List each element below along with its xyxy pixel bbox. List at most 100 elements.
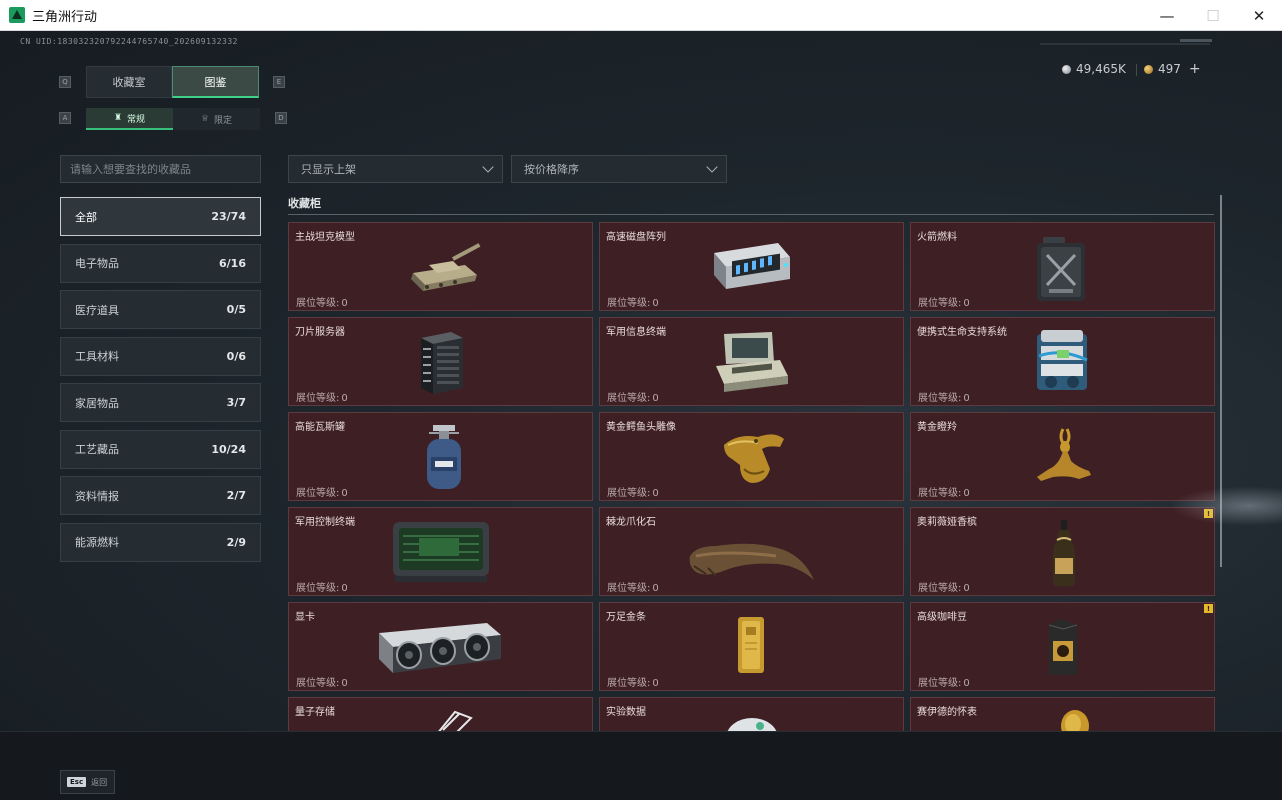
category-label: 能源燃料 <box>75 536 119 549</box>
chevron-down-icon <box>706 161 718 173</box>
display-level-label: 展位等级: <box>607 488 651 499</box>
add-currency-button[interactable]: + <box>1189 61 1201 77</box>
item-name: 军用控制终端 <box>295 517 355 528</box>
section-title: 收藏柜 <box>288 197 321 210</box>
category-item[interactable]: 能源燃料 2/9 <box>60 522 261 562</box>
gold-amount: 497 <box>1158 62 1181 76</box>
gas-tank-icon <box>419 423 469 497</box>
display-level-label: 展位等级: <box>607 583 651 594</box>
item-display-level: 展位等级: 0 <box>296 484 348 499</box>
collection-item-card[interactable]: 便携式生命支持系统 展位等级: 0 <box>910 317 1215 406</box>
item-name: 量子存储 <box>295 707 335 718</box>
display-level-label: 展位等级: <box>607 393 651 404</box>
collection-item-card[interactable]: 高能瓦斯罐展位等级: 0 <box>288 412 593 501</box>
figure-icon: ♜ <box>113 113 123 123</box>
item-display-level: 展位等级: 0 <box>296 294 348 309</box>
collection-item-card[interactable]: 万足金条展位等级: 0 <box>599 602 904 691</box>
category-count: 2/9 <box>226 535 246 549</box>
item-display-level: 展位等级: 0 <box>918 674 970 689</box>
subtab-regular[interactable]: ♜ 常规 <box>86 108 173 130</box>
gold-bar-icon <box>734 613 768 681</box>
maximize-button[interactable]: ☐ <box>1190 0 1236 31</box>
category-item[interactable]: 工具材料 0/6 <box>60 336 261 376</box>
display-level-value: 0 <box>652 583 659 594</box>
tab-codex[interactable]: 图鉴 <box>172 66 259 98</box>
collection-item-card[interactable]: 军用信息终端 展位等级: 0 <box>599 317 904 406</box>
display-level-value: 0 <box>963 583 970 594</box>
champagne-icon <box>1049 518 1079 592</box>
collection-item-card[interactable]: 高级咖啡豆 展位等级: 0! <box>910 602 1215 691</box>
bottom-bar: Esc 返回 <box>0 731 1282 800</box>
collection-item-card[interactable]: 黄金鳄鱼头雕像 展位等级: 0 <box>599 412 904 501</box>
crown-icon: ♕ <box>200 114 210 124</box>
coffee-bag-icon <box>1043 615 1083 683</box>
collection-item-card[interactable]: 显卡展位等级: 0 <box>288 602 593 691</box>
item-name: 黄金鳄鱼头雕像 <box>606 422 676 433</box>
item-name: 高能瓦斯罐 <box>295 422 345 433</box>
category-item[interactable]: 电子物品 6/16 <box>60 243 261 283</box>
minimize-button[interactable]: — <box>1144 0 1190 31</box>
display-level-value: 0 <box>963 678 970 689</box>
display-level-label: 展位等级: <box>296 393 340 404</box>
item-name: 刀片服务器 <box>295 327 345 338</box>
collection-item-card[interactable]: 量子存储 <box>288 697 593 733</box>
collection-item-card[interactable]: 主战坦克模型 展位等级: 0 <box>288 222 593 311</box>
display-level-value: 0 <box>341 393 348 404</box>
sort-dropdown[interactable]: 按价格降序 <box>511 155 727 183</box>
category-item[interactable]: 资料情报 2/7 <box>60 476 261 515</box>
category-label: 工具材料 <box>75 350 119 363</box>
category-label: 电子物品 <box>75 257 119 270</box>
category-count: 10/24 <box>211 442 246 456</box>
category-label: 医疗道具 <box>75 303 119 317</box>
crocodile-statue-icon <box>718 425 788 493</box>
display-level-label: 展位等级: <box>296 298 340 309</box>
subtab-limited[interactable]: ♕ 限定 <box>173 108 260 130</box>
item-name: 万足金条 <box>606 612 646 623</box>
listed-filter-dropdown[interactable]: 只显示上架 <box>288 155 503 183</box>
subtab-limited-label: 限定 <box>214 115 233 126</box>
collection-item-card[interactable]: 实验数据 <box>599 697 904 733</box>
item-display-level: 展位等级: 0 <box>607 674 659 689</box>
display-level-value: 0 <box>341 298 348 309</box>
item-name: 显卡 <box>295 612 315 623</box>
esc-key-hint: Esc <box>67 777 87 787</box>
tab-collection-room[interactable]: 收藏室 <box>86 66 172 98</box>
item-display-level: 展位等级: 0 <box>918 389 970 404</box>
game-viewport: CN UID:18303232079224476574​0_2026091323… <box>0 31 1282 800</box>
back-button[interactable]: Esc 返回 <box>60 770 115 794</box>
category-count: 6/16 <box>219 256 246 270</box>
category-item[interactable]: 全部 23/74 <box>60 197 261 236</box>
category-count: 2/7 <box>226 489 246 502</box>
item-display-level: 展位等级: 0 <box>607 389 659 404</box>
display-level-label: 展位等级: <box>607 678 651 689</box>
collection-item-card[interactable]: 军用控制终端 展位等级: 0 <box>288 507 593 596</box>
window-controls: — ☐ ✕ <box>1144 0 1282 31</box>
collection-item-card[interactable]: 火箭燃料 展位等级: 0 <box>910 222 1215 311</box>
collection-search-input[interactable]: 请输入想要查找的收藏品 <box>60 155 261 183</box>
collection-item-card[interactable]: 刀片服务器展位等级: 0 <box>288 317 593 406</box>
item-display-level: 展位等级: 0 <box>918 294 970 309</box>
window-titlebar: 三角洲行动 — ☐ ✕ <box>0 0 1282 31</box>
collection-item-card[interactable]: 高速磁盘阵列 展位等级: 0 <box>599 222 904 311</box>
app-logo-icon <box>9 7 25 23</box>
category-item[interactable]: 工艺藏品 10/24 <box>60 429 261 469</box>
category-item[interactable]: 家居物品 3/7 <box>60 383 261 422</box>
background-glow <box>1170 486 1282 526</box>
collection-item-card[interactable]: 赛伊德的怀表 <box>910 697 1215 733</box>
item-display-level: 展位等级: 0 <box>918 484 970 499</box>
item-display-level: 展位等级: 0 <box>607 294 659 309</box>
display-level-value: 0 <box>963 393 970 404</box>
category-item[interactable]: 医疗道具 0/5 <box>60 290 261 329</box>
close-button[interactable]: ✕ <box>1236 0 1282 31</box>
gold-coin-icon <box>1144 64 1153 74</box>
tank-icon <box>405 235 485 299</box>
control-terminal-icon <box>389 518 493 588</box>
server-icon <box>411 328 471 402</box>
display-level-value: 0 <box>341 583 348 594</box>
item-display-level: 展位等级: 0 <box>296 674 348 689</box>
display-level-value: 0 <box>652 298 659 309</box>
item-name: 棘龙爪化石 <box>606 517 656 528</box>
window-title: 三角洲行动 <box>32 9 98 25</box>
collection-item-card[interactable]: 棘龙爪化石展位等级: 0 <box>599 507 904 596</box>
item-name: 实验数据 <box>606 707 646 718</box>
